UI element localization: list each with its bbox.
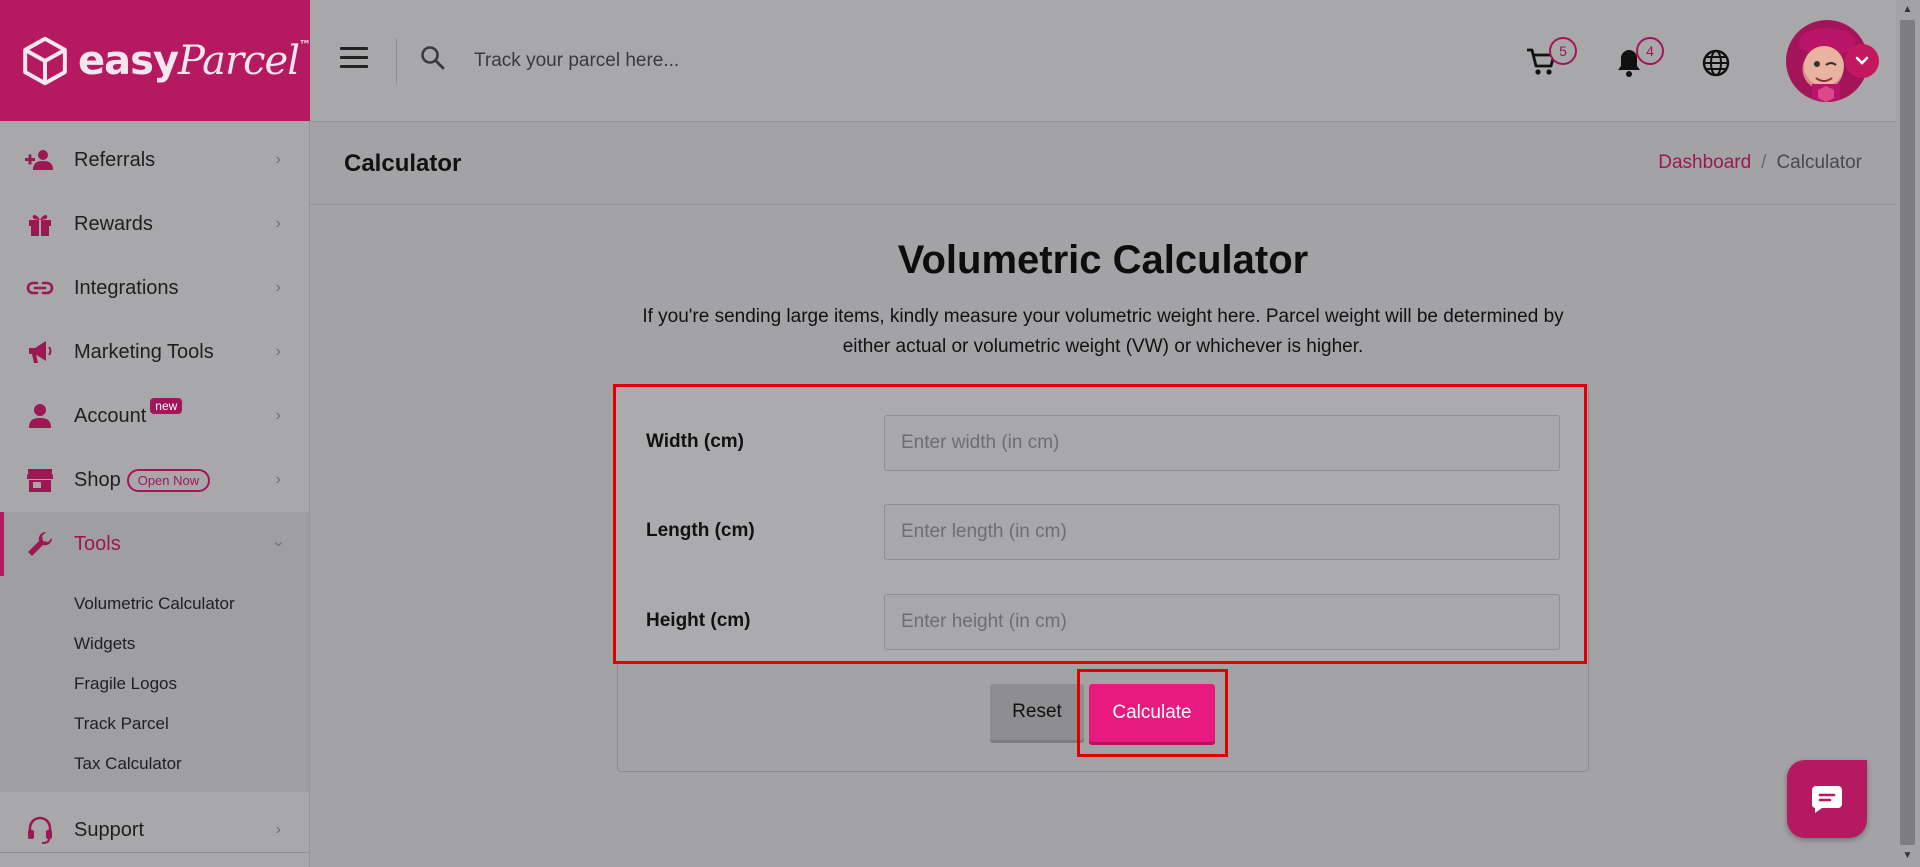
chevron-down-icon xyxy=(1855,56,1869,65)
gift-icon xyxy=(24,208,56,240)
sidebar-item-label: Integrations xyxy=(74,276,179,299)
width-label: Width (cm) xyxy=(646,431,744,452)
chat-button[interactable] xyxy=(1787,760,1867,838)
sidebar-divider xyxy=(0,852,309,853)
page-header: Calculator Dashboard / Calculator xyxy=(310,122,1896,205)
breadcrumb-current: Calculator xyxy=(1776,152,1862,173)
breadcrumb: Dashboard / Calculator xyxy=(1658,152,1862,174)
sidebar-item-account[interactable]: Account new › xyxy=(0,384,309,448)
topbar-divider xyxy=(396,38,397,84)
search-icon[interactable] xyxy=(420,45,446,76)
open-now-badge: Open Now xyxy=(126,468,211,492)
calculator-description: If you're sending large items, kindly me… xyxy=(642,306,1564,357)
box-logo-icon xyxy=(23,36,67,85)
menu-toggle-icon[interactable] xyxy=(340,47,368,69)
height-input[interactable] xyxy=(884,594,1560,650)
length-label: Length (cm) xyxy=(646,520,755,541)
breadcrumb-separator: / xyxy=(1761,152,1767,173)
chevron-right-icon: › xyxy=(275,821,281,838)
sidebar-item-label: Referrals xyxy=(74,148,156,171)
sidebar-item-shop[interactable]: Shop Open Now › xyxy=(0,448,309,512)
sidebar-item-label: Account xyxy=(74,404,147,427)
height-label: Height (cm) xyxy=(646,610,751,631)
wrench-icon xyxy=(24,528,56,560)
scroll-down-icon[interactable]: ▼ xyxy=(1900,850,1915,861)
sidebar-item-marketing-tools[interactable]: Marketing Tools › xyxy=(0,320,309,384)
chevron-right-icon: › xyxy=(275,407,281,424)
submenu-item-widgets[interactable]: Widgets xyxy=(74,624,309,664)
sidebar-item-label: Support xyxy=(74,818,145,841)
submenu-item-volumetric-calculator[interactable]: Volumetric Calculator xyxy=(74,584,309,624)
new-badge: new xyxy=(150,398,183,414)
notification-count-badge: 4 xyxy=(1636,37,1664,65)
chevron-right-icon: › xyxy=(275,151,281,168)
sidebar-item-label: Tools xyxy=(74,532,121,555)
submenu-item-fragile-logos[interactable]: Fragile Logos xyxy=(74,664,309,704)
headset-icon xyxy=(24,814,56,846)
height-row: Height (cm) xyxy=(646,594,1560,650)
width-input[interactable] xyxy=(884,415,1560,471)
dimensions-form: Width (cm) Length (cm) Height (cm) xyxy=(613,384,1587,664)
breadcrumb-dashboard-link[interactable]: Dashboard xyxy=(1658,152,1751,173)
store-icon xyxy=(24,464,56,496)
scroll-up-icon[interactable]: ▲ xyxy=(1900,4,1915,15)
brand-name: easyParcel™ xyxy=(78,37,311,84)
submenu-item-track-parcel[interactable]: Track Parcel xyxy=(74,704,309,744)
sidebar-item-integrations[interactable]: Integrations › xyxy=(0,256,309,320)
sidebar: easyParcel™ Referrals › Rewards › Integr… xyxy=(0,0,311,867)
reset-button[interactable]: Reset xyxy=(990,684,1084,740)
width-row: Width (cm) xyxy=(646,415,1560,471)
sidebar-nav: Referrals › Rewards › Integrations › Mar… xyxy=(0,128,309,862)
brand-logo[interactable]: easyParcel™ xyxy=(0,0,311,121)
sidebar-item-tools[interactable]: Tools › xyxy=(0,512,309,576)
sidebar-item-label: Rewards xyxy=(74,212,153,235)
globe-icon[interactable] xyxy=(1702,49,1730,82)
referrals-icon xyxy=(24,144,56,176)
submenu-item-tax-calculator[interactable]: Tax Calculator xyxy=(74,744,309,784)
cart-count-badge: 5 xyxy=(1549,37,1577,65)
link-icon xyxy=(24,272,56,304)
chevron-right-icon: › xyxy=(275,279,281,296)
calculate-button[interactable]: Calculate xyxy=(1089,684,1215,742)
length-row: Length (cm) xyxy=(646,504,1560,560)
length-input[interactable] xyxy=(884,504,1560,560)
chat-icon xyxy=(1811,786,1842,813)
calculator-title: Volumetric Calculator xyxy=(897,238,1309,282)
sidebar-item-referrals[interactable]: Referrals › xyxy=(0,128,309,192)
sidebar-item-rewards[interactable]: Rewards › xyxy=(0,192,309,256)
scrollbar-thumb[interactable] xyxy=(1900,20,1915,845)
tools-submenu: Volumetric Calculator Widgets Fragile Lo… xyxy=(0,576,309,792)
page-title: Calculator xyxy=(344,150,462,177)
chevron-right-icon: › xyxy=(275,343,281,360)
sidebar-item-label: Shop xyxy=(74,468,121,491)
chevron-down-icon: › xyxy=(270,541,288,547)
chevron-right-icon: › xyxy=(275,471,281,488)
user-icon xyxy=(24,400,56,432)
topbar: 5 4 xyxy=(310,0,1896,122)
sidebar-item-label: Marketing Tools xyxy=(74,340,214,363)
search-input[interactable] xyxy=(472,44,976,78)
chevron-right-icon: › xyxy=(275,215,281,232)
megaphone-icon xyxy=(24,336,56,368)
avatar-dropdown-button[interactable] xyxy=(1845,44,1879,78)
